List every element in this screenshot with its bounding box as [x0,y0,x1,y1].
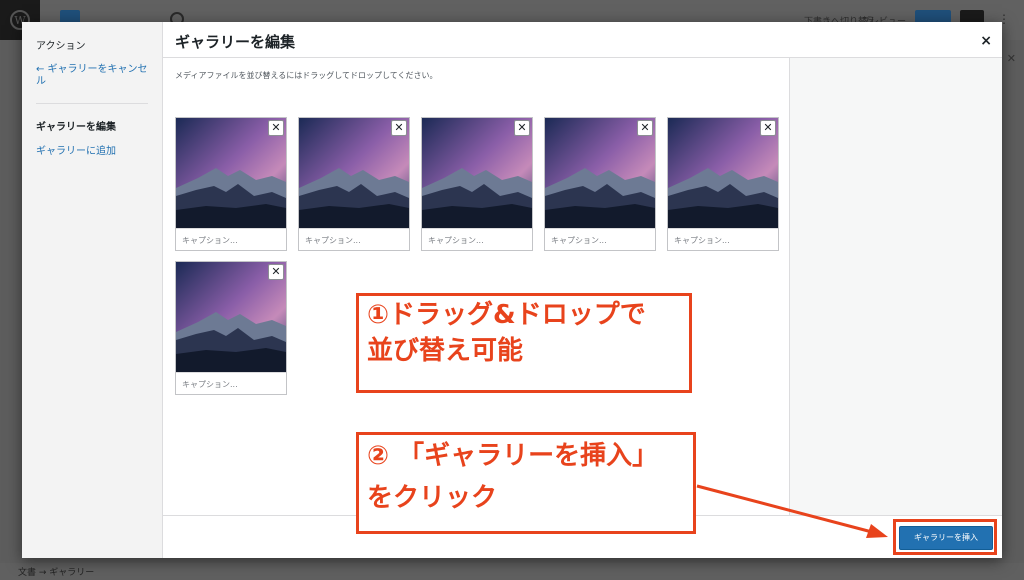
annotation-arrow [696,484,888,538]
